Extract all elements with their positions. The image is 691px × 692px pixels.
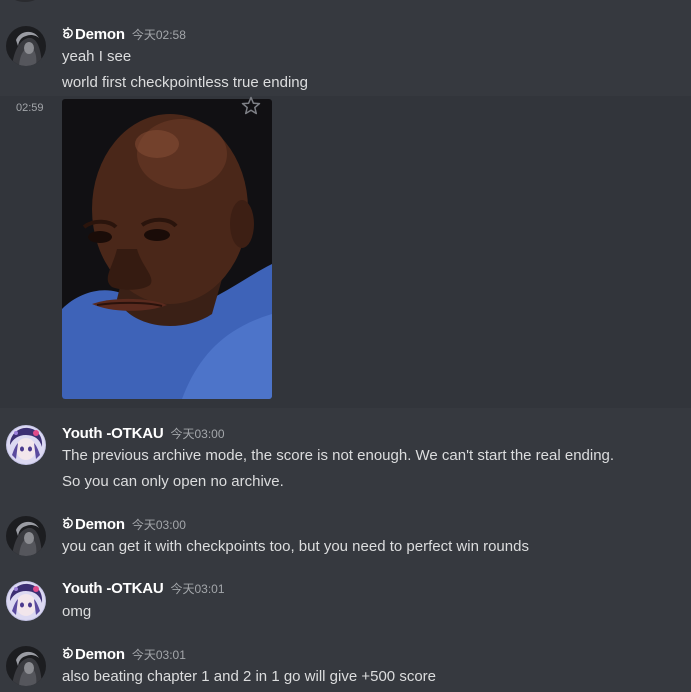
message-author[interactable]: Youth -OTKAU (62, 425, 164, 442)
message-group-youth-0300: Youth -OTKAU 今天03:00 The previous archiv… (0, 408, 691, 504)
message-text: you can get it with checkpoints too, but… (62, 538, 529, 555)
avatar-demon[interactable] (6, 516, 46, 556)
author-name: Demon (75, 516, 125, 533)
message-text: The previous archive mode, the score is … (62, 447, 615, 464)
message-group-demon-0258: Demon 今天02:58 yeah I see world first che… (0, 0, 691, 96)
message-timestamp[interactable]: 今天03:00 (132, 516, 186, 533)
avatar-youth[interactable] (6, 581, 46, 621)
message-text: So you can only open no archive. (62, 473, 284, 490)
message-text: yeah I see (62, 48, 132, 65)
message-group-demon-0300: Demon 今天03:00 you can get it with checkp… (0, 504, 691, 566)
message-text: also beating chapter 1 and 2 in 1 go wil… (62, 668, 436, 685)
author-name: Demon (75, 26, 125, 43)
image-attachment[interactable] (62, 99, 272, 399)
avatar-youth[interactable] (6, 425, 46, 465)
avatar-demon[interactable] (6, 646, 46, 686)
message-timestamp[interactable]: 今天03:01 (132, 646, 186, 663)
demon-prefix-icon (62, 27, 73, 39)
demon-prefix-icon (62, 647, 73, 659)
message-group-demon-0301: Demon 今天03:01 also beating chapter 1 and… (0, 632, 691, 692)
message-author[interactable]: Demon (62, 646, 125, 663)
message-author[interactable]: Demon (62, 516, 125, 533)
message-author[interactable]: Demon (62, 26, 125, 43)
message-timestamp[interactable]: 今天03:01 (170, 580, 224, 597)
message-group-youth-0301: Youth -OTKAU 今天03:01 omg (0, 566, 691, 632)
message-timestamp[interactable]: 今天03:00 (170, 425, 224, 442)
demon-prefix-icon (62, 517, 73, 529)
avatar-demon[interactable] (6, 26, 46, 66)
message-text: world first checkpointless true ending (62, 74, 308, 91)
author-name: Demon (75, 646, 125, 663)
message-text: omg (62, 603, 92, 620)
star-icon[interactable] (241, 96, 261, 116)
chat-messages: Demon 今天02:58 yeah I see world first che… (0, 0, 691, 692)
message-author[interactable]: Youth -OTKAU (62, 580, 164, 597)
side-timestamp[interactable]: 02:59 (16, 102, 44, 114)
message-timestamp[interactable]: 今天02:58 (132, 26, 186, 43)
